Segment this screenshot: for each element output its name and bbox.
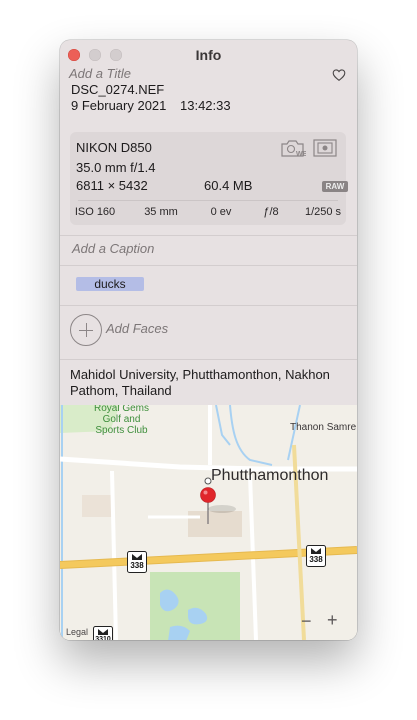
location-address: Mahidol University, Phutthamonthon, Nakh…: [70, 367, 330, 398]
divider: [60, 359, 357, 360]
exif-divider: [78, 200, 338, 201]
divider: [60, 265, 357, 266]
divider: [60, 305, 357, 306]
metering-icon: [313, 139, 337, 157]
capture-time: 13:42:33: [180, 98, 231, 113]
white-balance-icon: WB: [281, 140, 306, 158]
focal-length-value: 35 mm: [144, 206, 178, 218]
zoom-out-button[interactable]: −: [301, 611, 312, 632]
map-canvas: [60, 405, 357, 640]
map-poi-label: Royal Gems Golf and Sports Club: [94, 405, 150, 436]
route-shield-number: 338: [309, 555, 323, 564]
route-shield-number: 338: [130, 561, 144, 570]
exposure-bias-value: 0 ev: [210, 206, 232, 218]
keyword-tag[interactable]: ducks: [76, 277, 144, 291]
location-map[interactable]: Royal Gems Golf and Sports Club Thanon S…: [60, 405, 357, 640]
info-window: Info Add a Title DSC_0274.NEF 9 February…: [60, 40, 357, 640]
lens-info: 35.0 mm f/1.4: [76, 160, 156, 175]
camera-info-card: NIKON D850 35.0 mm f/1.4 6811 × 5432 60.…: [70, 132, 348, 225]
route-shield-number: 3310: [95, 636, 111, 640]
filename: DSC_0274.NEF: [71, 82, 165, 97]
title-bar: Info: [60, 40, 357, 68]
caption-field[interactable]: Add a Caption: [72, 241, 154, 256]
file-size: 60.4 MB: [204, 178, 253, 193]
map-road-label: Thanon Samre: [290, 422, 357, 433]
title-field[interactable]: Add a Title: [69, 66, 131, 81]
map-city-label: Phutthamonthon: [211, 467, 329, 484]
route-shield-icon: 3310: [93, 626, 113, 640]
route-shield-icon: 338: [306, 545, 326, 567]
capture-date: 9 February 2021: [71, 98, 167, 113]
svg-text:WB: WB: [296, 151, 306, 158]
zoom-in-button[interactable]: +: [327, 610, 338, 631]
image-dimensions: 6811 × 5432: [76, 178, 148, 193]
map-legal-link[interactable]: Legal: [66, 627, 88, 637]
iso-value: ISO 160: [74, 206, 116, 218]
shutter-speed-value: 1/250 s: [304, 206, 342, 218]
divider: [60, 235, 357, 236]
heart-icon[interactable]: [332, 68, 346, 82]
raw-badge: RAW: [322, 181, 348, 192]
aperture-value: ƒ/8: [263, 206, 279, 218]
route-shield-icon: 338: [127, 551, 147, 573]
add-faces-label[interactable]: Add Faces: [106, 321, 168, 336]
add-faces-button[interactable]: [70, 314, 102, 346]
camera-model: NIKON D850: [76, 140, 152, 155]
window-title: Info: [195, 47, 222, 63]
